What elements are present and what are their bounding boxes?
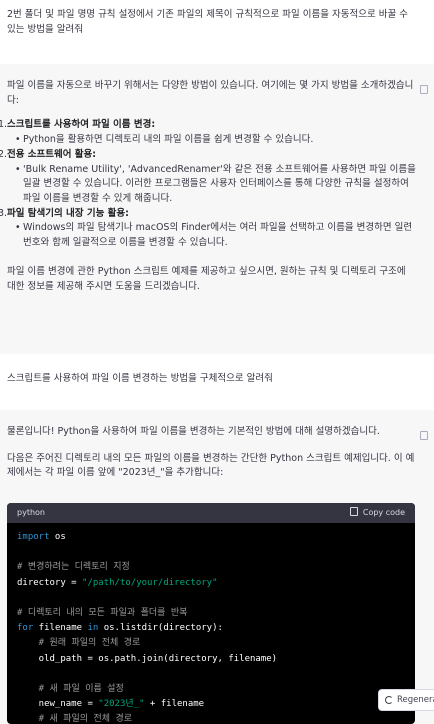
assistant-message-text: 물론입니다! Python을 사용하여 파일 이름을 변경하는 기본적인 방법에…	[7, 425, 417, 481]
assistant-message-1: 파일 이름을 자동으로 바꾸기 위해서는 다양한 방법이 있습니다. 여기에는 …	[0, 64, 434, 354]
user-message-2: 스크립트를 사용하여 파일 이름 변경하는 방법을 구체적으로 알려줘	[0, 354, 434, 410]
bullet-icon: •	[15, 163, 21, 175]
user-message-text: 스크립트를 사용하여 파일 이름 변경하는 방법을 구체적으로 알려줘	[7, 373, 273, 384]
bullet-icon: •	[15, 222, 21, 234]
copy-icon[interactable]	[420, 430, 428, 440]
clipboard-icon	[349, 507, 358, 516]
list-item-title: 전용 소프트웨어 활용:	[7, 148, 97, 160]
list-subitem: • Windows의 파일 탐색기나 macOS의 Finder에서는 여러 파일…	[15, 222, 413, 249]
code-line: # 변경하려는 디렉토리 지정	[17, 562, 130, 573]
code-line: # 새 파일의 전체 경로	[17, 714, 133, 724]
code-line: for filename in os.listdir(directory):	[17, 623, 223, 634]
code-line: directory = "/path/to/your/directory"	[17, 577, 218, 588]
list-item: 3. 파일 탐색기의 내장 기능 활용: • Windows의 파일 탐색기나 m…	[0, 207, 417, 251]
code-language: python	[17, 508, 45, 517]
list-subitem: • Python을 활용하면 디렉토리 내의 파일 이름을 쉽게 변경할 수 있습…	[7, 133, 417, 148]
list-item-title: 파일 탐색기의 내장 기능 활용:	[7, 207, 129, 219]
answer-paragraph: 물론입니다! Python을 사용하여 파일 이름을 변경하는 기본적인 방법에…	[7, 426, 380, 437]
code-line: # 새 파일 이름 설정	[17, 684, 124, 695]
user-message-1: 2번 폴더 및 파일 명명 규칙 설정에서 기존 파일의 제목이 규칙적으로 파…	[0, 0, 434, 64]
code-content: import os # 변경하려는 디렉토리 지정 directory = "/…	[7, 523, 415, 724]
code-line: # 디렉토리 내의 모든 파일과 폴더를 반복	[17, 608, 188, 619]
list-subitem: • 'Bulk Rename Utility', 'AdvancedRenamer…	[15, 163, 416, 205]
code-line: # 원래 파일의 전체 경로	[17, 638, 141, 649]
copy-code-button[interactable]: Copy code	[349, 503, 405, 523]
bullet-icon: •	[15, 134, 21, 146]
assistant-message-text: 파일 이름을 자동으로 바꾸기 위해서는 다양한 방법이 있습니다. 여기에는 …	[0, 79, 417, 294]
copy-icon[interactable]	[420, 84, 428, 94]
answer-paragraph: 다음은 주어진 디렉토리 내의 모든 파일의 이름을 변경하는 간단한 Pyth…	[7, 452, 415, 479]
code-line: new_name = "2023년_" + filename	[17, 699, 205, 710]
method-list: 1. 스크립트를 사용하여 파일 이름 변경: • Python을 활용하면 디렉…	[0, 118, 417, 251]
list-number: 1.	[0, 119, 8, 131]
code-header: python Copy code	[7, 503, 415, 523]
code-line: import os	[17, 532, 66, 542]
list-item-title: 스크립트를 사용하여 파일 이름 변경:	[7, 119, 156, 131]
code-block: python Copy code import os # 변경하려는 디렉토리 …	[7, 503, 415, 724]
list-number: 3.	[0, 207, 8, 219]
list-item: 1. 스크립트를 사용하여 파일 이름 변경: • Python을 활용하면 디렉…	[0, 118, 417, 148]
list-number: 2.	[0, 148, 8, 160]
answer-outro: 파일 이름 변경에 관한 Python 스크립트 예제를 제공하고 싶으시면, …	[7, 265, 406, 292]
answer-intro: 파일 이름을 자동으로 바꾸기 위해서는 다양한 방법이 있습니다. 여기에는 …	[7, 80, 414, 106]
regenerate-button[interactable]: Regenerate	[378, 689, 434, 711]
refresh-icon	[385, 696, 393, 704]
user-message-text: 2번 폴더 및 파일 명명 규칙 설정에서 기존 파일의 제목이 규칙적으로 파…	[7, 9, 408, 35]
code-line: old_path = os.path.join(directory, filen…	[17, 653, 278, 664]
list-item: 2. 전용 소프트웨어 활용: • 'Bulk Rename Utility', …	[0, 148, 417, 207]
